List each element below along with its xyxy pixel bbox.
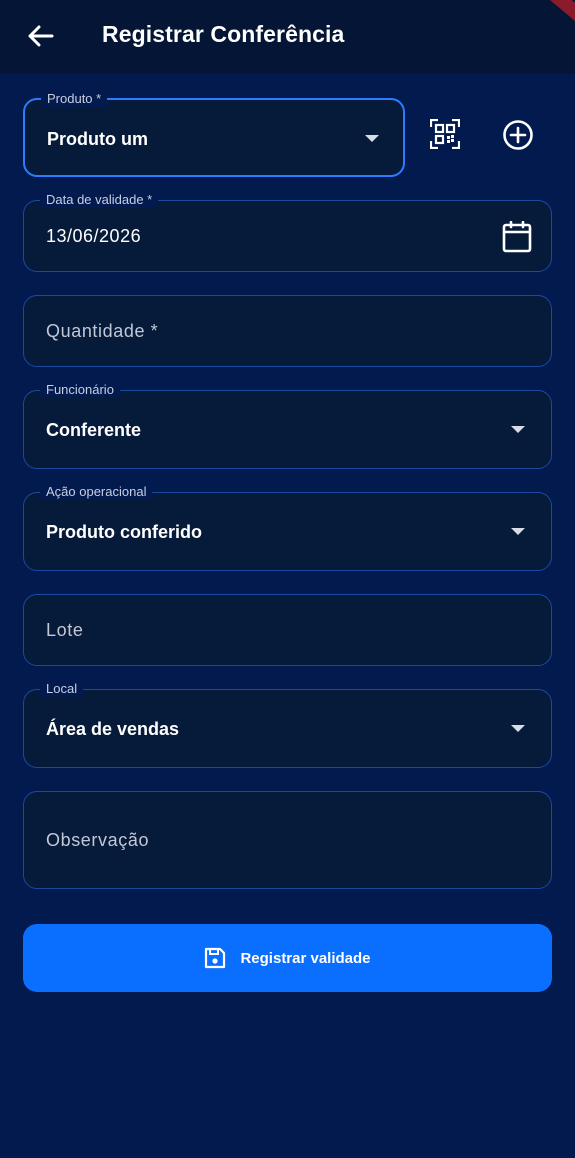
observacao-placeholder: Observação (46, 830, 150, 850)
produto-dropdown[interactable]: Produto * Produto um (23, 91, 405, 177)
page-title: Registrar Conferência (102, 21, 345, 47)
scan-qr-button[interactable] (425, 114, 465, 154)
validade-value: 13/06/2026 (46, 226, 142, 246)
local-dropdown[interactable]: Local Área de vendas (23, 681, 552, 768)
debug-ribbon (545, 0, 575, 26)
observacao-textarea[interactable]: Observação (23, 791, 552, 889)
submit-label: Registrar validade (240, 949, 371, 967)
registrar-validade-button[interactable]: Registrar validade (23, 924, 552, 992)
dropdown-arrow-icon (365, 135, 379, 142)
produto-value: Produto um (47, 129, 148, 149)
calendar-button[interactable] (499, 219, 535, 255)
dropdown-arrow-icon (511, 528, 525, 535)
add-product-button[interactable] (497, 114, 539, 156)
lote-input[interactable]: Lote (23, 594, 552, 666)
acao-value: Produto conferido (46, 522, 202, 542)
local-label: Local (40, 681, 84, 697)
produto-label: Produto * (41, 91, 108, 107)
back-button[interactable] (22, 20, 58, 52)
validade-label: Data de validade * (40, 192, 159, 208)
quantidade-placeholder: Quantidade * (46, 321, 159, 341)
quantidade-input[interactable]: Quantidade * (23, 295, 552, 367)
dropdown-arrow-icon (511, 426, 525, 433)
form-container: Produto * Produto um Data de validade * … (0, 74, 575, 1158)
qr-scan-icon (430, 119, 460, 149)
lote-placeholder: Lote (46, 620, 84, 640)
funcionario-label: Funcionário (40, 382, 120, 398)
local-value: Área de vendas (46, 719, 180, 739)
acao-label: Ação operacional (40, 484, 153, 500)
arrow-left-icon (28, 25, 54, 47)
save-icon (205, 947, 226, 969)
validade-date-field[interactable]: Data de validade * 13/06/2026 (23, 192, 552, 272)
acao-operacional-dropdown[interactable]: Ação operacional Produto conferido (23, 484, 552, 571)
dropdown-arrow-icon (511, 725, 525, 732)
app-bar: Registrar Conferência (0, 0, 575, 74)
calendar-icon (502, 221, 532, 253)
add-circle-icon (503, 120, 533, 150)
funcionario-value: Conferente (46, 420, 142, 440)
funcionario-dropdown[interactable]: Funcionário Conferente (23, 382, 552, 469)
